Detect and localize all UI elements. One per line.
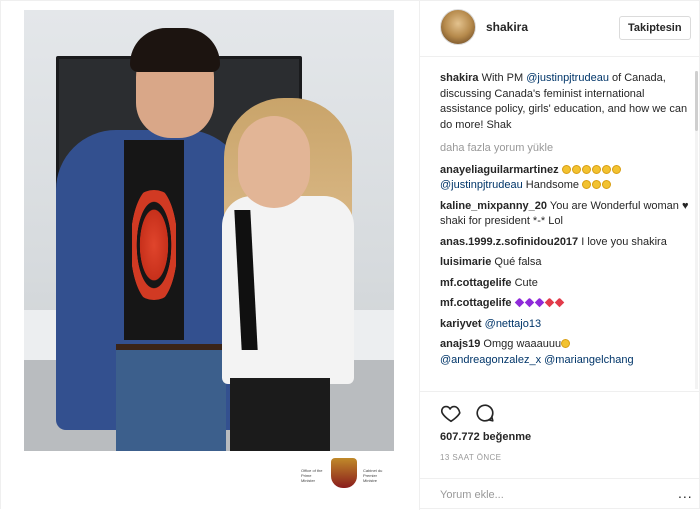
comment-username[interactable]: anayeliaguilarmartinez <box>440 164 559 176</box>
man-shirt-print <box>132 190 176 300</box>
list-item: anajs19 Omgg waaauuu @andreagonzalez_x @… <box>440 337 690 368</box>
caption-username[interactable]: shakira <box>440 72 479 84</box>
heart-icon-svg <box>440 405 461 423</box>
following-button[interactable]: Takiptesin <box>619 16 691 40</box>
comment-mention[interactable]: @nettajo13 <box>482 318 541 330</box>
post-header: shakira Takiptesin <box>420 1 700 57</box>
post-side-panel: shakira Takiptesin shakira With PM @just… <box>419 1 700 510</box>
man-jeans <box>116 350 226 451</box>
comment-bubble-icon-svg <box>476 404 494 422</box>
comment-bubble-icon[interactable] <box>474 402 496 424</box>
woman-pants <box>230 378 330 451</box>
comment-text: Qué falsa <box>491 256 542 268</box>
list-item: mf.cottagelife Cute <box>440 276 690 292</box>
comment-mention[interactable]: @andreagonzalez_x <box>440 354 541 366</box>
heart-icon[interactable] <box>440 402 462 424</box>
post-timestamp[interactable]: 13 SAAT ÖNCE <box>440 453 501 462</box>
list-item: kariyvet @nettajo13 <box>440 317 690 333</box>
crest-left-text: Office of the Prime Minister <box>301 468 323 483</box>
comment-mention[interactable]: @justinpjtrudeau <box>440 179 523 191</box>
comment-input[interactable] <box>440 487 660 503</box>
author-username[interactable]: shakira <box>486 20 528 34</box>
emoji-face-icon <box>561 338 571 350</box>
list-item: luisimarie Qué falsa <box>440 255 690 271</box>
comment-text: Omgg waaauuu <box>480 338 562 350</box>
list-item: anayeliaguilarmartinez @justinpjtrudeau … <box>440 163 690 194</box>
comment-username[interactable]: mf.cottagelife <box>440 297 512 309</box>
coat-of-arms-icon <box>331 458 357 488</box>
emoji-face-icon <box>561 164 622 176</box>
photo-column: Office of the Prime Minister Cabinet du … <box>1 1 419 510</box>
more-options-icon[interactable]: ... <box>678 485 693 501</box>
list-item: mf.cottagelife <box>440 296 690 312</box>
comment-username[interactable]: luisimarie <box>440 256 491 268</box>
comment-mention[interactable]: @mariangelchang <box>541 354 633 366</box>
caption-mention[interactable]: @justinpjtrudeau <box>526 72 609 84</box>
woman-head <box>238 116 310 208</box>
comment-username[interactable]: anajs19 <box>440 338 480 350</box>
comment-username[interactable]: kariyvet <box>440 318 482 330</box>
post-actions: 607.772 beğenme 13 SAAT ÖNCE ... <box>420 391 700 503</box>
comment-text: Cute <box>511 276 538 289</box>
avatar[interactable] <box>440 9 476 45</box>
comments-scrollbar[interactable] <box>695 71 698 389</box>
post-caption: shakira With PM @justinpjtrudeau of Cana… <box>440 71 690 133</box>
scrollbar-thumb[interactable] <box>695 71 698 131</box>
comment-username[interactable]: anas.1999.z.sofinidou2017 <box>440 236 578 248</box>
instagram-post-window: Office of the Prime Minister Cabinet du … <box>0 0 700 510</box>
black-heart-icon: ♥ <box>681 199 689 212</box>
canada-crest-logo: Office of the Prime Minister Cabinet du … <box>301 456 393 492</box>
likes-count[interactable]: 607.772 beğenme <box>440 431 531 443</box>
comment-username[interactable]: mf.cottagelife <box>440 277 512 289</box>
comments-list: shakira With PM @justinpjtrudeau of Cana… <box>440 71 690 389</box>
comment-username[interactable]: kaline_mixpanny_20 <box>440 200 547 212</box>
caption-text: With PM <box>481 72 527 84</box>
comment-text: You are Wonderful woman <box>547 199 682 212</box>
list-item: kaline_mixpanny_20 You are Wonderful wom… <box>440 199 690 230</box>
comment-text: shaki for president *-* Lol <box>440 215 563 227</box>
comment-text: Handsome <box>522 179 579 191</box>
load-more-comments-link[interactable]: daha fazla yorum yükle <box>440 141 690 157</box>
list-item: anas.1999.z.sofinidou2017 I love you sha… <box>440 235 690 251</box>
comment-text: I love you shakira <box>578 235 667 248</box>
crest-right-text: Cabinet du Premier Ministre <box>363 468 383 483</box>
emoji-face-icon <box>582 179 612 191</box>
post-photo[interactable] <box>24 10 394 451</box>
add-comment-bar: ... <box>420 478 700 511</box>
purple-heart-icon <box>514 297 565 309</box>
